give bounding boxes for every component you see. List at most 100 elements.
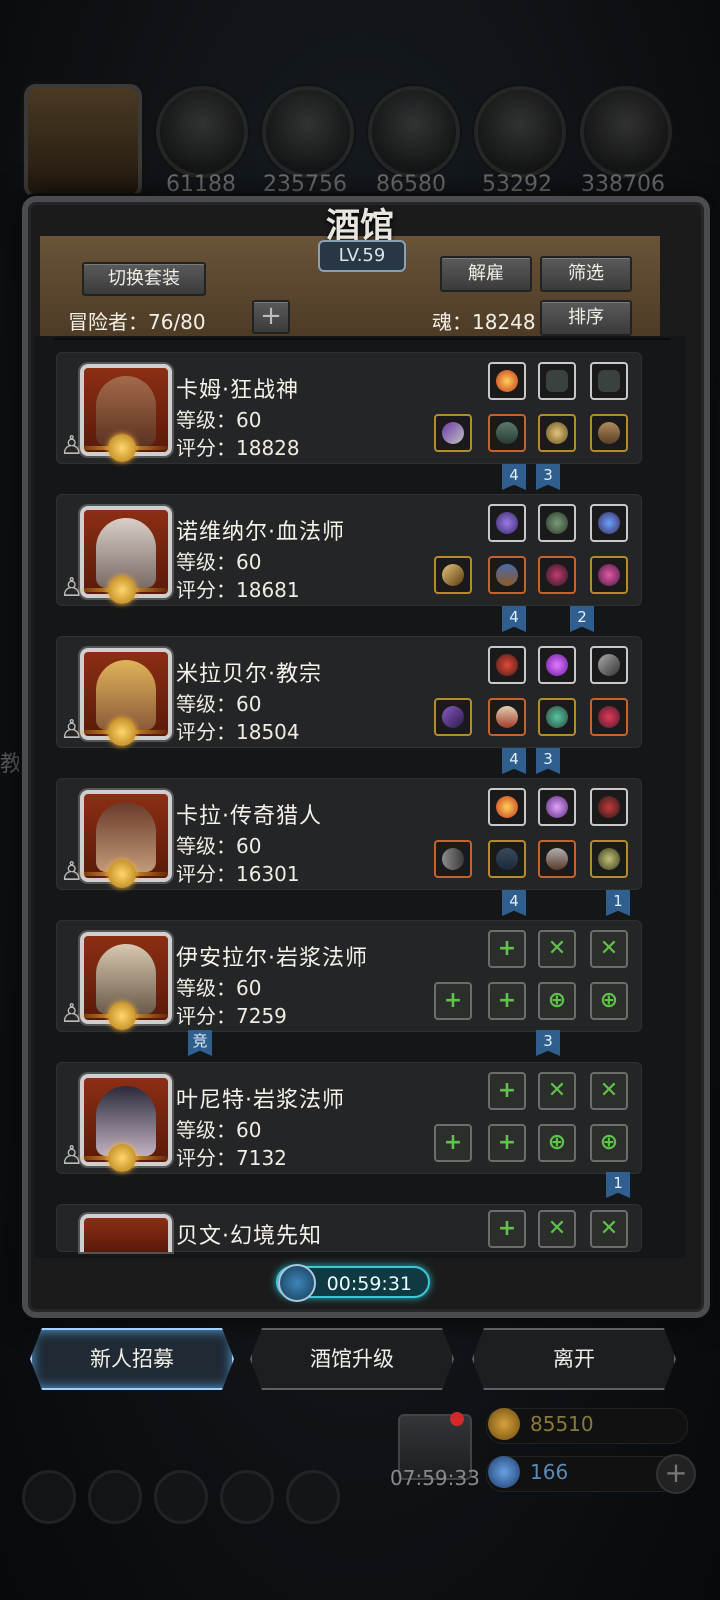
add-currency-button[interactable]: + [656, 1454, 696, 1494]
wood-resource-icon[interactable] [266, 90, 350, 174]
rank-crest-icon [108, 1002, 136, 1030]
hero-portrait[interactable] [80, 1214, 172, 1252]
helmet-icon[interactable] [538, 840, 576, 878]
crystal-amount: 53292 [482, 172, 552, 197]
empty-slot-plus-icon[interactable]: ✕ [538, 1210, 576, 1248]
notification-dot [450, 1412, 464, 1426]
switch-outfit-button[interactable]: 切换套装 [82, 262, 206, 296]
empty-slot-plus-icon[interactable]: ✕ [538, 1072, 576, 1110]
tavern-level-badge: LV.59 [318, 240, 406, 272]
scepter-weapon-icon[interactable] [434, 698, 472, 736]
rune-fire-icon[interactable] [488, 788, 526, 826]
gold-coin-icon [488, 1408, 520, 1440]
meat-resource-icon[interactable] [160, 90, 244, 174]
empty-slot-plus-icon[interactable]: ✕ [590, 1210, 628, 1248]
hero-name: 米拉贝尔·教宗 [176, 662, 322, 687]
rune-purple-icon[interactable] [488, 504, 526, 542]
staff-weapon-icon[interactable] [434, 556, 472, 594]
empty-slot-plus-icon[interactable]: + [488, 982, 526, 1020]
orb-icon[interactable] [590, 556, 628, 594]
shield-icon[interactable] [590, 840, 628, 878]
empty-slot-plus-icon[interactable]: ✕ [538, 930, 576, 968]
hero-name: 诺维纳尔·血法师 [176, 520, 345, 545]
hero-level: 等级：60 [176, 1118, 262, 1142]
rune-dagger-icon[interactable] [590, 646, 628, 684]
nav-settings-icon[interactable] [22, 1470, 76, 1524]
empty-slot-plus-icon[interactable]: + [488, 930, 526, 968]
axe-weapon-icon[interactable] [434, 414, 472, 452]
empty-slot-plus-icon[interactable]: ⊕ [590, 1124, 628, 1162]
armor-icon[interactable] [488, 414, 526, 452]
hero-level: 等级：60 [176, 408, 262, 432]
hero-name: 叶尼特·岩浆法师 [176, 1088, 345, 1113]
empty-slot-plus-icon[interactable]: ⊕ [538, 1124, 576, 1162]
rune-eye-icon[interactable] [590, 504, 628, 542]
empty-slot-plus-icon[interactable]: + [434, 982, 472, 1020]
empty-slot-plus-icon[interactable]: ⊕ [590, 982, 628, 1020]
rune-demon-icon[interactable] [590, 788, 628, 826]
rank-crest-icon [108, 1144, 136, 1172]
gem-icon [488, 1456, 520, 1488]
hero-score: 评分：18504 [176, 720, 300, 744]
filter-button[interactable]: 筛选 [540, 256, 632, 292]
empty-slot-plus-icon[interactable]: + [488, 1072, 526, 1110]
soul-count: 魂：18248 [432, 310, 536, 334]
hero-portrait-slot[interactable] [28, 88, 138, 194]
hero-score: 评分：18828 [176, 436, 300, 460]
person-icon: ♙ [60, 431, 84, 461]
background-text: 教 [0, 752, 23, 777]
empty-slot-plus-icon[interactable]: + [488, 1124, 526, 1162]
adventurer-count: 冒险者：76/80 [68, 310, 206, 334]
stone-resource-icon[interactable] [584, 90, 668, 174]
header-divider [54, 338, 670, 340]
rune-red-icon[interactable] [488, 646, 526, 684]
ring-icon[interactable] [538, 698, 576, 736]
nav-guild-icon[interactable] [154, 1470, 208, 1524]
empty-slot-plus-icon[interactable]: + [434, 1124, 472, 1162]
rune-violet-crystal-icon[interactable] [538, 646, 576, 684]
crystal-resource-icon[interactable] [478, 90, 562, 174]
nav-hero-icon[interactable] [88, 1470, 142, 1524]
leave-button[interactable]: 离开 [472, 1328, 676, 1390]
person-icon: ♙ [60, 1141, 84, 1171]
hero-level: 等级：60 [176, 692, 262, 716]
rank-crest-icon [108, 434, 136, 462]
rune-lantern-icon[interactable] [538, 788, 576, 826]
tavern-upgrade-button[interactable]: 酒馆升级 [250, 1328, 454, 1390]
empty-slot-plus-icon[interactable]: ✕ [590, 930, 628, 968]
recruit-button[interactable]: 新人招募 [30, 1328, 234, 1390]
empty-slot-plus-icon[interactable]: + [488, 1210, 526, 1248]
rune-green-icon[interactable] [538, 504, 576, 542]
empty-slot-plus-icon[interactable]: ✕ [590, 1072, 628, 1110]
nav-mail-icon[interactable] [220, 1470, 274, 1524]
rune-stone-icon[interactable] [590, 362, 628, 400]
sort-button[interactable]: 排序 [540, 300, 632, 336]
meat-amount: 61188 [166, 172, 236, 197]
stone-amount: 338706 [581, 172, 665, 197]
armor-icon[interactable] [488, 698, 526, 736]
robe-icon[interactable] [488, 556, 526, 594]
empty-slot-plus-icon[interactable]: ⊕ [538, 982, 576, 1020]
gun-weapon-icon[interactable] [434, 840, 472, 878]
ring-icon[interactable] [538, 414, 576, 452]
hero-name: 贝文·幻境先知 [176, 1224, 322, 1249]
potion-icon[interactable] [590, 698, 628, 736]
gauntlet-icon[interactable] [590, 414, 628, 452]
nav-map-icon[interactable] [286, 1470, 340, 1524]
hero-score: 评分：16301 [176, 862, 300, 886]
armor-icon[interactable] [488, 840, 526, 878]
dismiss-button[interactable]: 解雇 [440, 256, 532, 292]
amulet-icon[interactable] [538, 556, 576, 594]
gem-amount: 166 [530, 1460, 569, 1484]
add-slot-button[interactable]: + [252, 300, 290, 334]
hero-level: 等级：60 [176, 550, 262, 574]
iron-amount: 86580 [376, 172, 446, 197]
clock-icon [278, 1264, 316, 1302]
wood-amount: 235756 [263, 172, 347, 197]
hero-score: 评分：18681 [176, 578, 300, 602]
rune-stone-icon[interactable] [538, 362, 576, 400]
rune-fire-icon[interactable] [488, 362, 526, 400]
person-icon: ♙ [60, 857, 84, 887]
hero-level: 等级：60 [176, 834, 262, 858]
iron-resource-icon[interactable] [372, 90, 456, 174]
